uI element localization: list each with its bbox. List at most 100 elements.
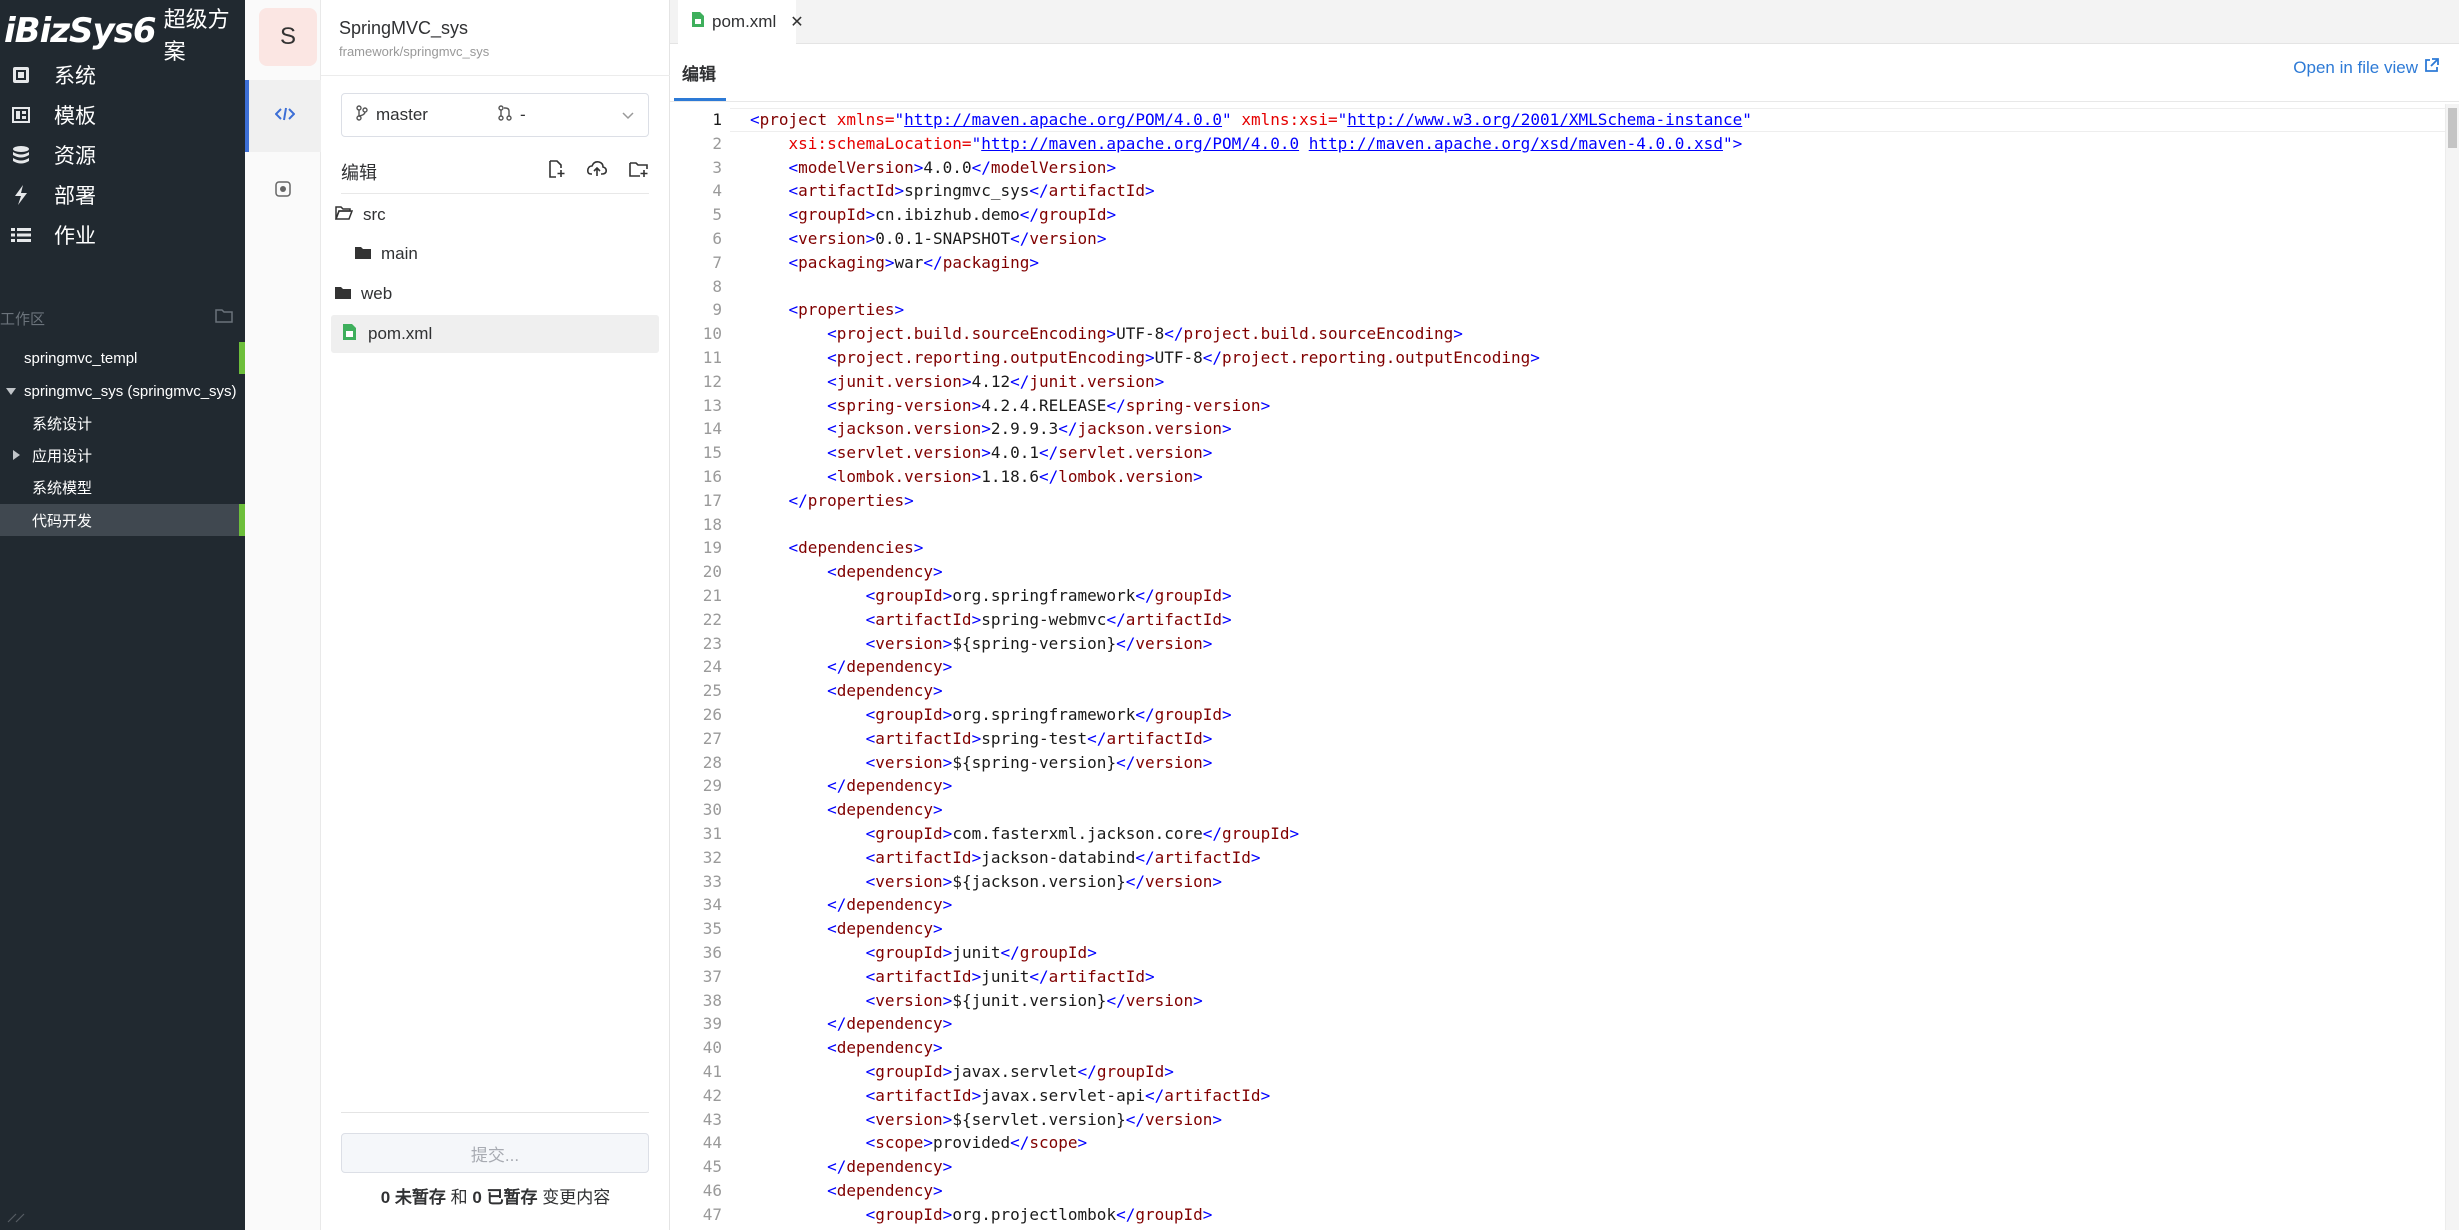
upload-icon[interactable] [587,161,607,182]
code-line[interactable]: 41 <groupId>javax.servlet</groupId> [670,1060,2445,1084]
file-tree-item-main[interactable]: main [331,235,659,273]
active-tab-underline [674,98,726,101]
line-number: 8 [712,276,722,296]
editor-scrollbar[interactable] [2445,104,2459,1230]
caret-down-icon[interactable] [6,383,16,400]
code-line[interactable]: 23 <version>${spring-version}</version> [670,632,2445,656]
code-line[interactable]: 38 <version>${junit.version}</version> [670,989,2445,1013]
code-line[interactable]: 29 </dependency> [670,774,2445,798]
code-line[interactable]: 7 <packaging>war</packaging> [670,251,2445,275]
code-line[interactable]: 35 <dependency> [670,917,2445,941]
close-icon[interactable]: ✕ [790,12,803,32]
file-tree-item-src[interactable]: src [331,196,659,234]
line-text: </properties> [788,490,914,510]
tab-edit[interactable]: 编辑 [682,60,716,85]
nav-item-system[interactable]: 系统 [0,55,245,95]
workspace-header: 工作区 [0,306,245,330]
record-view-button[interactable] [245,155,321,227]
folder-add-icon[interactable] [215,309,233,327]
code-line[interactable]: 18 [670,513,2445,537]
code-line[interactable]: 31 <groupId>com.fasterxml.jackson.core</… [670,822,2445,846]
code-line[interactable]: 42 <artifactId>javax.servlet-api</artifa… [670,1084,2445,1108]
code-line[interactable]: 43 <version>${servlet.version}</version> [670,1108,2445,1132]
tree-item-system-design[interactable]: 系统设计 [0,407,245,439]
open-in-file-view-link[interactable]: Open in file view [2293,58,2439,78]
code-line[interactable]: 27 <artifactId>spring-test</artifactId> [670,727,2445,751]
folder-icon [335,284,351,304]
code-line[interactable]: 16 <lombok.version>1.18.6</lombok.versio… [670,465,2445,489]
code-line[interactable]: 4 <artifactId>springmvc_sys</artifactId> [670,179,2445,203]
nav-item-jobs[interactable]: 作业 [0,215,245,255]
workspace-item-springmvc-templ[interactable]: springmvc_templ [0,342,245,374]
code-line[interactable]: 14 <jackson.version>2.9.9.3</jackson.ver… [670,417,2445,441]
code-line[interactable]: 25 <dependency> [670,679,2445,703]
divider [341,1112,649,1113]
code-line[interactable]: 9 <properties> [670,298,2445,322]
tree-item-code-dev[interactable]: 代码开发 [0,504,245,536]
line-number: 13 [702,395,722,415]
file-panel: SpringMVC_sys framework/springmvc_sys ma… [321,0,670,1230]
resize-grip-icon[interactable] [6,1210,28,1228]
tab-label: pom.xml [712,12,777,31]
code-line[interactable]: 37 <artifactId>junit</artifactId> [670,965,2445,989]
file-tree-label: pom.xml [368,324,433,343]
line-number: 16 [702,467,722,486]
code-line[interactable]: 28 <version>${spring-version}</version> [670,751,2445,775]
new-file-icon[interactable] [548,160,565,183]
code-line[interactable]: 40 <dependency> [670,1036,2445,1060]
code-line[interactable]: 15 <servlet.version>4.0.1</servlet.versi… [670,441,2445,465]
nav-item-deploy[interactable]: 部署 [0,175,245,215]
tree-item-system-model[interactable]: 系统模型 [0,471,245,503]
code-line[interactable]: 6 <version>0.0.1-SNAPSHOT</version> [670,227,2445,251]
code-line[interactable]: 24 </dependency> [670,655,2445,679]
code-line[interactable]: 26 <groupId>org.springframework</groupId… [670,703,2445,727]
code-line[interactable]: 11 <project.reporting.outputEncoding>UTF… [670,346,2445,370]
code-line[interactable]: 39 </dependency> [670,1012,2445,1036]
code-line[interactable]: 46 <dependency> [670,1179,2445,1203]
code-line[interactable]: 2 xsi:schemaLocation="http://maven.apach… [670,132,2445,156]
code-line[interactable]: 47 <groupId>org.projectlombok</groupId> [670,1203,2445,1227]
code-line[interactable]: 20 <dependency> [670,560,2445,584]
code-view-button[interactable] [245,80,321,152]
code-line[interactable]: 17 </properties> [670,489,2445,513]
tree-item-app-design[interactable]: 应用设计 [0,439,245,471]
new-folder-icon[interactable] [629,161,649,182]
tree-item-label: 应用设计 [32,447,93,465]
line-number: 2 [712,133,722,153]
code-line[interactable]: 36 <groupId>junit</groupId> [670,941,2445,965]
code-editor[interactable]: 1 <project xmlns="http://maven.apache.org… [670,104,2445,1230]
code-line[interactable]: 22 <artifactId>spring-webmvc</artifactId… [670,608,2445,632]
code-line[interactable]: 32 <artifactId>jackson-databind</artifac… [670,846,2445,870]
tab-pom-xml[interactable]: pom.xml ✕ [678,0,804,44]
scrollbar-thumb[interactable] [2448,108,2457,148]
code-line[interactable]: 8 [670,275,2445,299]
nav-label: 模板 [54,105,96,128]
workspace-item-springmvc-sys[interactable]: springmvc_sys (springmvc_sys) [0,375,245,407]
nav-item-template[interactable]: 模板 [0,95,245,135]
edit-title: 编辑 [341,162,377,183]
line-text: </dependency> [827,895,953,915]
code-line[interactable]: 21 <groupId>org.springframework</groupId… [670,584,2445,608]
file-tree-item-web[interactable]: web [331,275,659,313]
line-text: <junit.version>4.12</junit.version> [827,371,1165,391]
nav-item-resource[interactable]: 资源 [0,135,245,175]
caret-right-icon[interactable] [13,447,20,464]
code-line[interactable]: 34 </dependency> [670,893,2445,917]
code-line[interactable]: 30 <dependency> [670,798,2445,822]
code-line[interactable]: 45 </dependency> [670,1155,2445,1179]
divider [321,75,670,76]
code-line[interactable]: 5 <groupId>cn.ibizhub.demo</groupId> [670,203,2445,227]
code-line[interactable]: 19 <dependencies> [670,536,2445,560]
code-line[interactable]: 33 <version>${jackson.version}</version> [670,870,2445,894]
code-line[interactable]: 13 <spring-version>4.2.4.RELEASE</spring… [670,394,2445,418]
file-tree-item-pom-xml[interactable]: pom.xml [331,315,659,353]
code-line[interactable]: 1 <project xmlns="http://maven.apache.org… [670,108,2445,132]
code-line[interactable]: 3 <modelVersion>4.0.0</modelVersion> [670,156,2445,180]
line-number: 47 [702,1204,722,1224]
commit-button[interactable]: 提交... [341,1133,649,1173]
code-line[interactable]: 44 <scope>provided</scope> [670,1131,2445,1155]
branch-selector[interactable]: master - [341,93,649,137]
code-line[interactable]: 12 <junit.version>4.12</junit.version> [670,370,2445,394]
app-logo[interactable]: iBizSys6 超级方案 [4,6,245,64]
code-line[interactable]: 10 <project.build.sourceEncoding>UTF-8</… [670,322,2445,346]
